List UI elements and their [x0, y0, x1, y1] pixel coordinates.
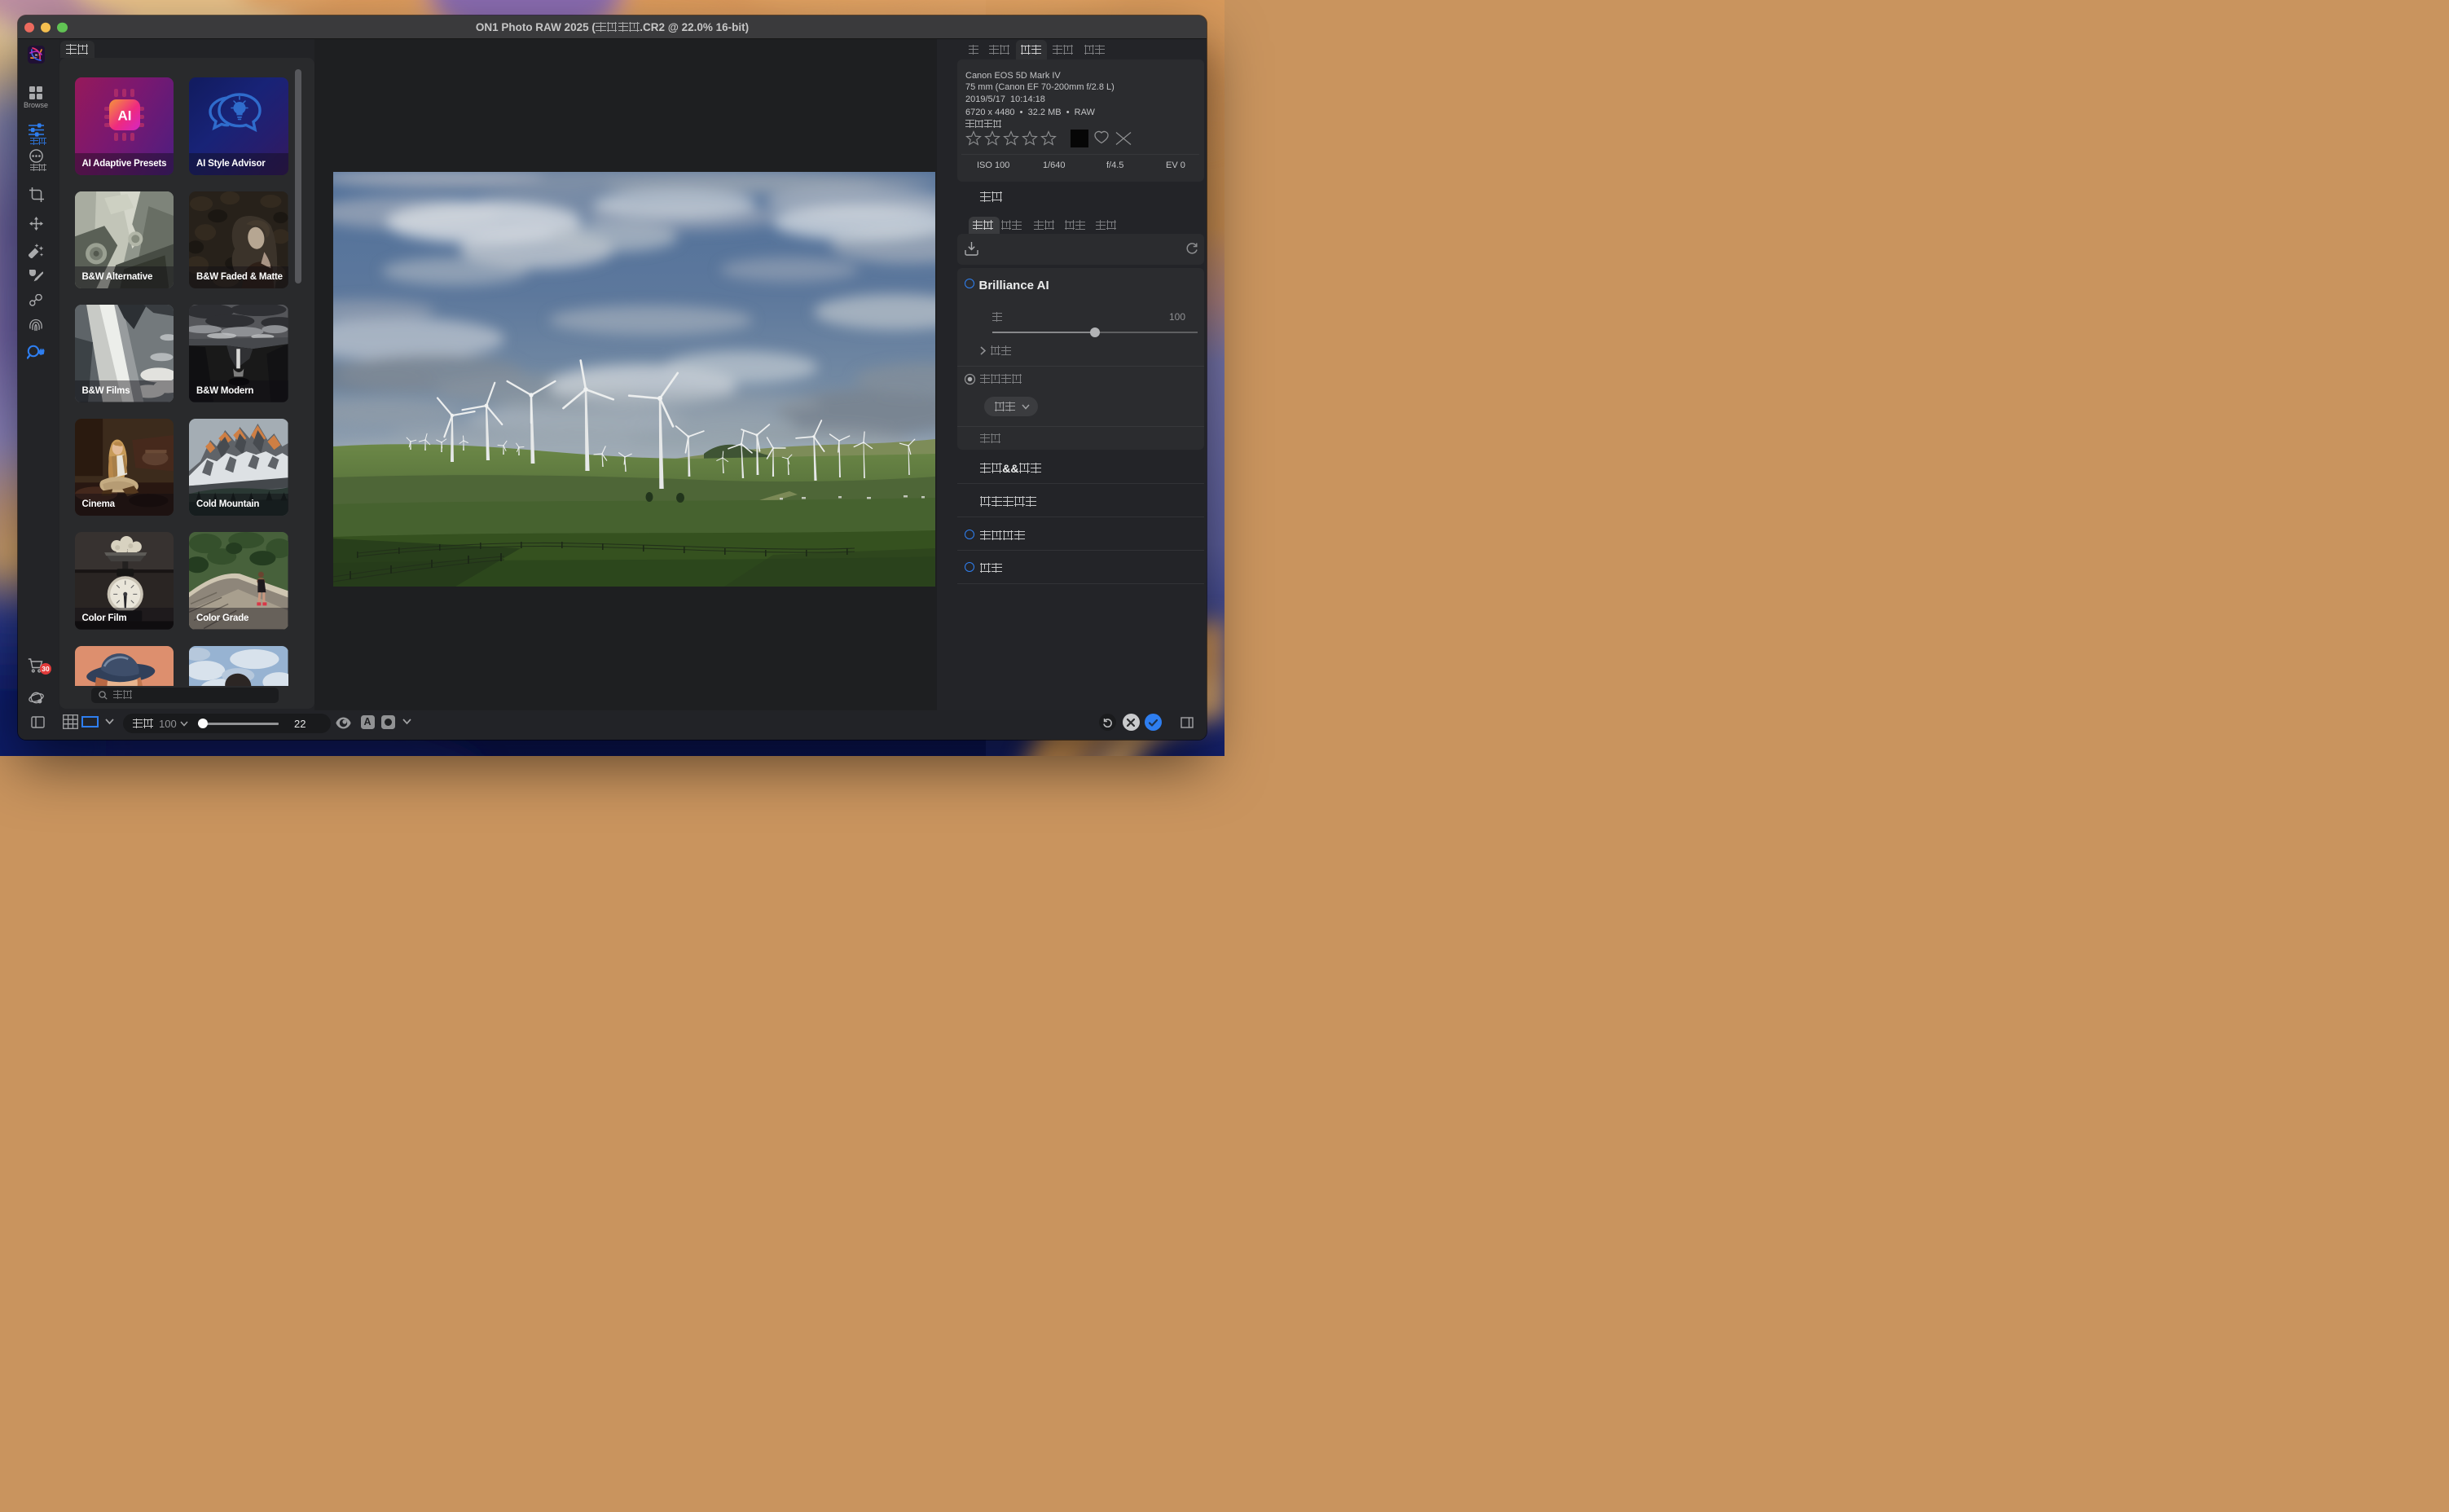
- svg-text:AI: AI: [117, 108, 131, 124]
- svg-text:∞: ∞: [34, 53, 37, 58]
